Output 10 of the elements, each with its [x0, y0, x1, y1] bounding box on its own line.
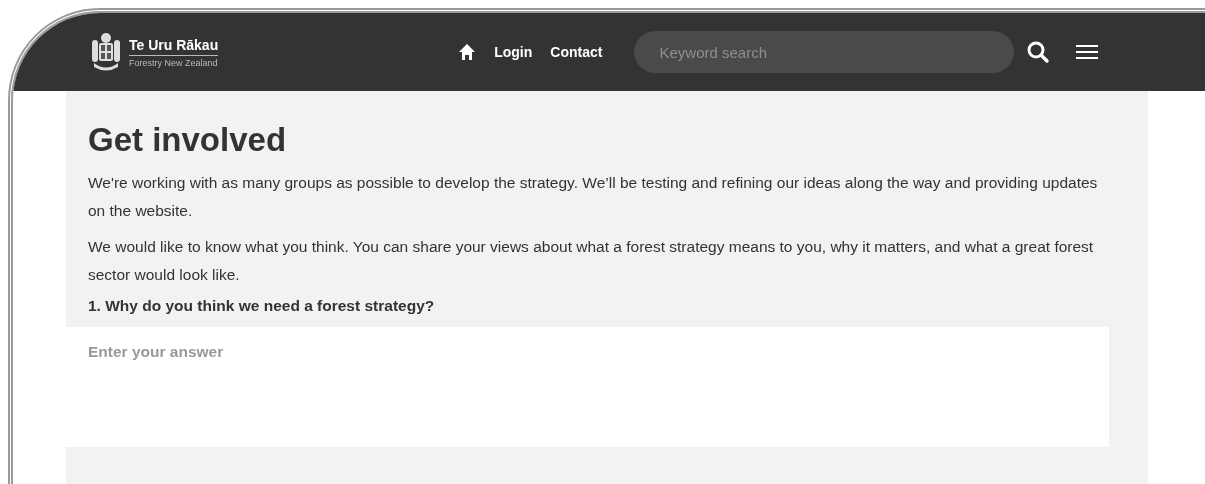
site-subtitle: Forestry New Zealand	[129, 57, 219, 68]
site-title[interactable]: Te Uru Rākau	[129, 36, 219, 56]
nav-link[interactable]: Contact	[550, 44, 603, 60]
page-heading: Get involved	[88, 121, 288, 159]
nav-link[interactable]: Login	[494, 44, 533, 60]
answer-box[interactable]: Enter your answer	[66, 327, 1109, 447]
paragraph: We're working with as many groups as possible to develop the strategy. We’ll be testing and refining our ideas along the way and providing updates on the website.	[88, 173, 1098, 221]
paragraph: We would like to know what you think. You can share your views about what a forest strategy means to you, why it matters, and what a great forest sector would look like.	[88, 237, 1095, 285]
search-field[interactable]: Keyword search	[634, 31, 1015, 73]
question-label: 1. Why do you think we need a forest strategy?	[88, 297, 436, 315]
